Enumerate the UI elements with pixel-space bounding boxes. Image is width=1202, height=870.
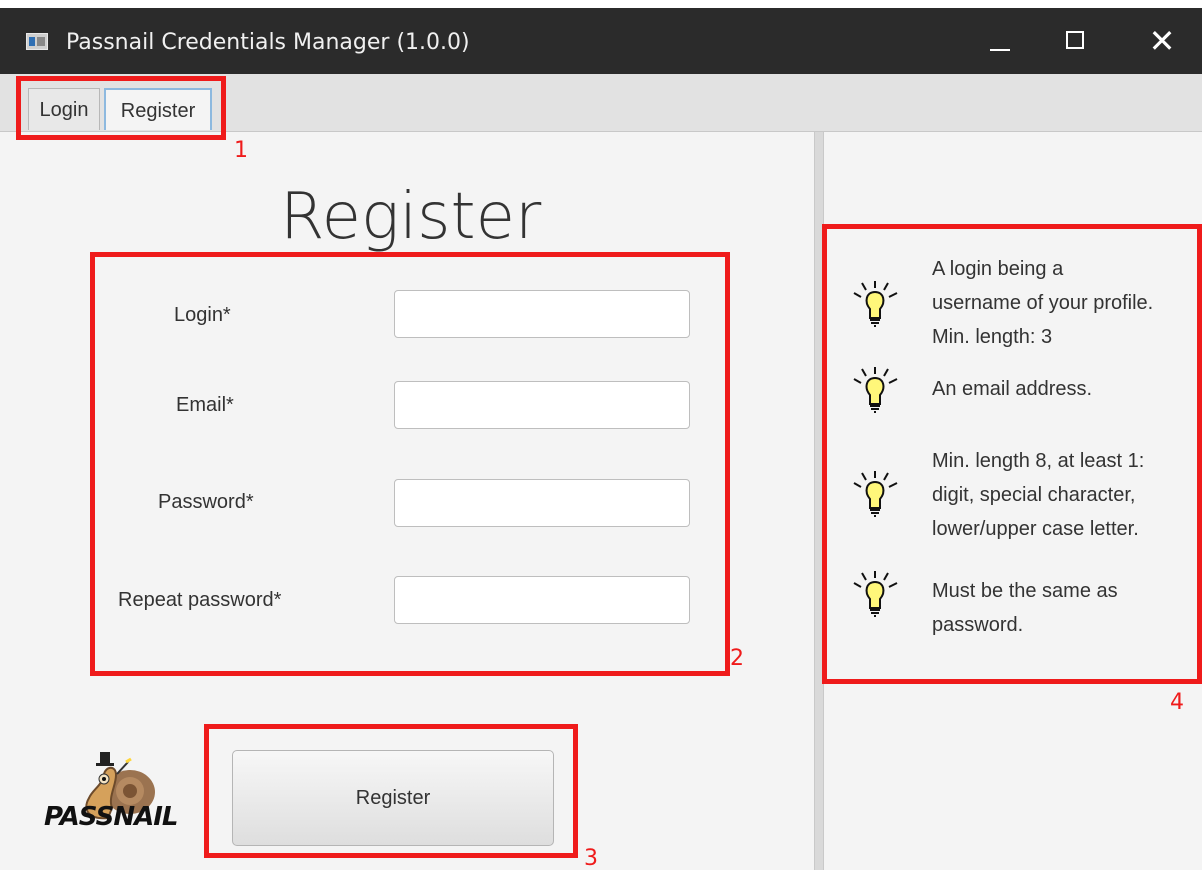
hint-login-line: Min. length: 3: [932, 326, 1053, 348]
lightbulb-icon: [853, 367, 898, 413]
title-bar[interactable]: Passnail Credentials Manager (1.0.0) ✕: [0, 8, 1202, 74]
annotation-number-2: 2: [730, 646, 744, 671]
register-button[interactable]: Register: [232, 750, 554, 846]
minimize-button[interactable]: [970, 16, 1030, 66]
window-title: Passnail Credentials Manager (1.0.0): [66, 30, 470, 55]
hint-password: Min. length 8, at least 1: digit, specia…: [932, 444, 1144, 546]
desktop-strip: [0, 0, 1202, 8]
email-label: Email*: [176, 394, 234, 416]
repeat-password-input[interactable]: [394, 576, 690, 624]
hint-password-line: digit, special character,: [932, 484, 1136, 506]
hint-repeat-password-line: Must be the same as: [932, 580, 1118, 602]
hint-email: An email address.: [932, 372, 1092, 406]
hint-login-line: A login being a: [932, 258, 1064, 280]
page-title: Register: [280, 180, 542, 254]
password-input[interactable]: [394, 479, 690, 527]
annotation-number-1: 1: [234, 138, 248, 163]
lightbulb-icon: [853, 281, 898, 327]
maximize-button[interactable]: [1046, 16, 1106, 66]
login-input[interactable]: [394, 290, 690, 338]
lightbulb-icon: [853, 471, 898, 517]
annotation-number-3: 3: [584, 846, 598, 870]
hint-password-line: lower/upper case letter.: [932, 518, 1139, 540]
app-window: Passnail Credentials Manager (1.0.0) ✕ L…: [0, 0, 1202, 870]
login-label: Login*: [174, 304, 231, 326]
hint-repeat-password-line: password.: [932, 614, 1024, 636]
repeat-password-label: Repeat password*: [118, 589, 282, 611]
email-input[interactable]: [394, 381, 690, 429]
close-button[interactable]: ✕: [1132, 16, 1192, 66]
hint-login: A login being a username of your profile…: [932, 252, 1153, 354]
annotation-number-4: 4: [1170, 690, 1184, 715]
lightbulb-icon: [853, 571, 898, 617]
hint-password-line: Min. length 8, at least 1:: [932, 450, 1145, 472]
app-window-icon: [26, 33, 48, 50]
annotation-box-1: [16, 76, 226, 140]
passnail-logo-text: PASSNAIL: [44, 802, 178, 832]
password-label: Password*: [158, 491, 254, 513]
hint-repeat-password: Must be the same as password.: [932, 574, 1118, 642]
hint-email-line: An email address.: [932, 378, 1093, 400]
hint-login-line: username of your profile.: [932, 292, 1154, 314]
